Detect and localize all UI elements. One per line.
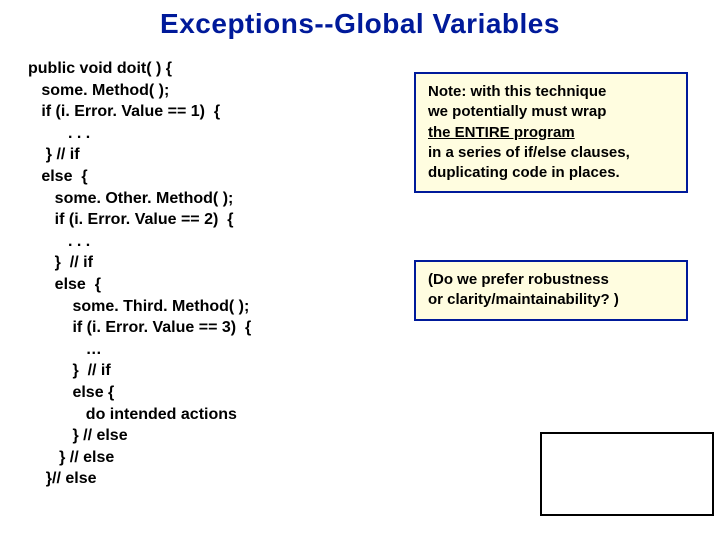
note-line: (Do we prefer robustness <box>428 271 609 288</box>
note-line: Note: with this technique <box>428 83 606 100</box>
page-title: Exceptions--Global Variables <box>0 0 720 40</box>
note-question: (Do we prefer robustness or clarity/main… <box>414 260 688 321</box>
code-block: public void doit( ) { some. Method( ); i… <box>28 58 251 490</box>
note-line-underlined: the ENTIRE program <box>428 124 575 141</box>
note-line: we potentially must wrap <box>428 103 606 120</box>
note-line: or clarity/maintainability? ) <box>428 291 619 308</box>
note-technique: Note: with this technique we potentially… <box>414 72 688 193</box>
empty-placeholder-box <box>540 432 714 516</box>
note-line: duplicating code in places. <box>428 164 620 181</box>
note-line: in a series of if/else clauses, <box>428 144 630 161</box>
